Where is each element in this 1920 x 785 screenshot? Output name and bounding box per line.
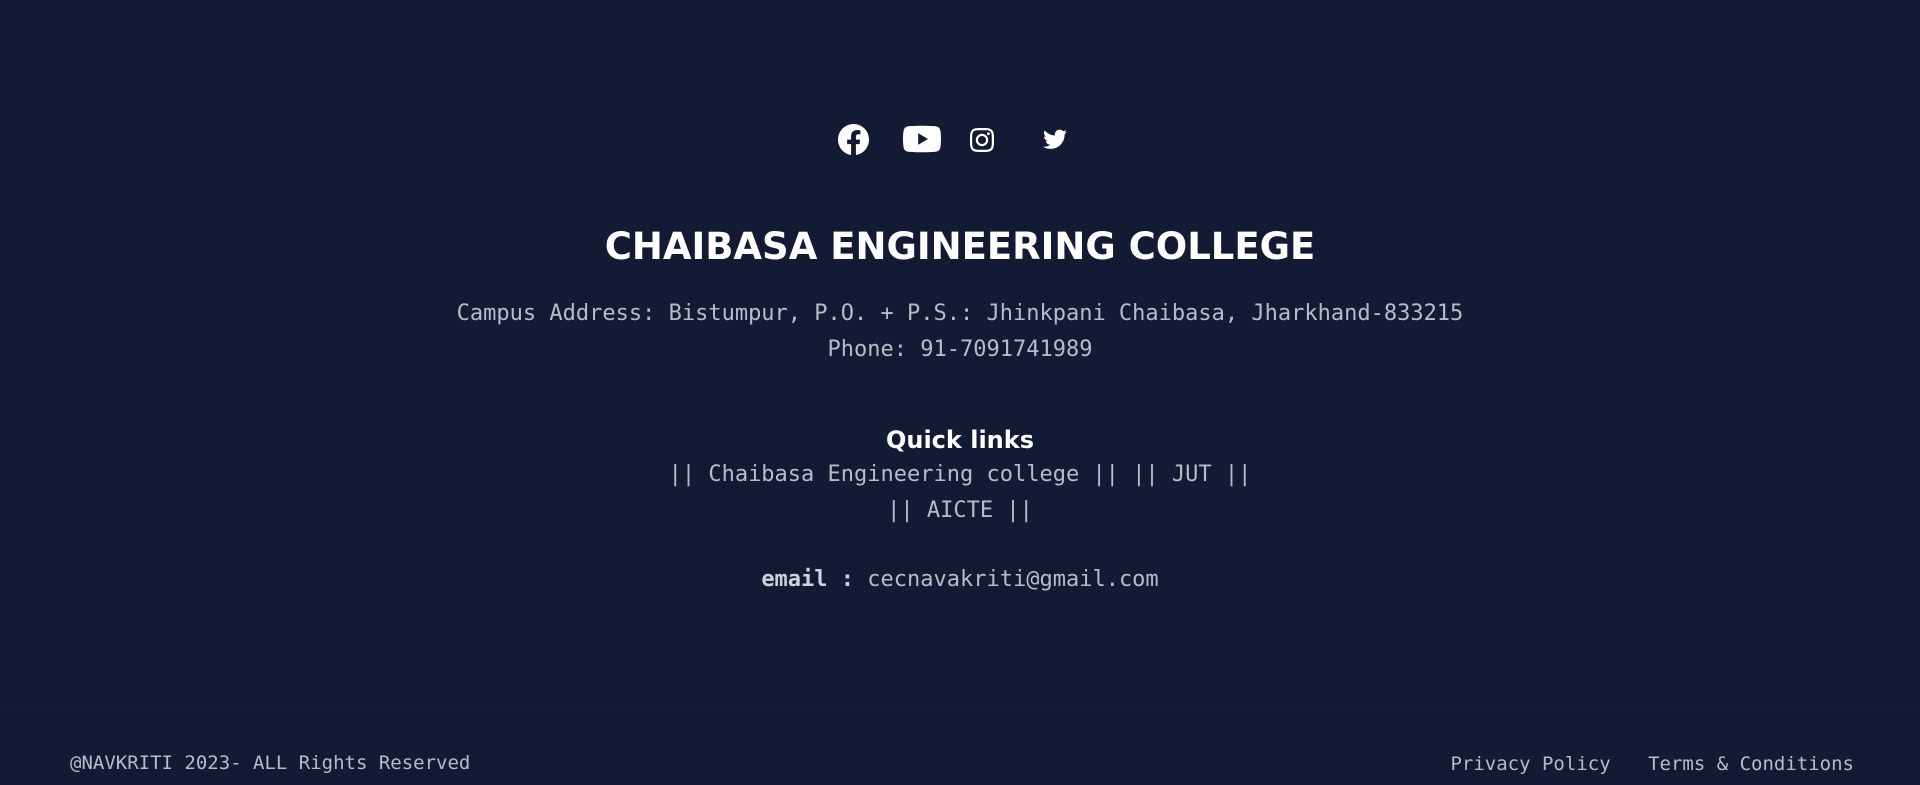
twitter-link[interactable] [1043, 129, 1067, 150]
facebook-icon [838, 124, 869, 155]
facebook-link[interactable] [838, 124, 869, 155]
youtube-icon [903, 125, 941, 153]
quick-link-aicte[interactable]: || AICTE || [887, 498, 1033, 523]
site-footer: CHAIBASA ENGINEERING COLLEGE Campus Addr… [0, 0, 1920, 710]
quick-links-title: Quick links [885, 426, 1035, 454]
college-title: CHAIBASA ENGINEERING COLLEGE [604, 225, 1316, 268]
social-links [0, 118, 1920, 158]
campus-address: Campus Address: Bistumpur, P.O. + P.S.: … [456, 301, 1464, 326]
contact-info: Campus Address: Bistumpur, P.O. + P.S.: … [0, 296, 1920, 368]
phone-number: Phone: 91-7091741989 [827, 337, 1093, 362]
instagram-icon [970, 128, 994, 152]
instagram-link[interactable] [970, 128, 994, 152]
twitter-icon [1043, 129, 1067, 149]
youtube-link[interactable] [903, 123, 941, 155]
legal-links: Privacy Policy Terms & Conditions [1424, 752, 1854, 776]
quick-links: || Chaibasa Engineering college || || JU… [0, 457, 1920, 529]
bottom-bar: @NAVKRITI 2023- ALL Rights Reserved Priv… [0, 711, 1920, 785]
quick-link-jut[interactable]: || JUT || [1132, 462, 1251, 487]
privacy-policy-link[interactable]: Privacy Policy [1450, 753, 1610, 775]
email-link[interactable]: cecnavakriti@gmail.com [867, 567, 1158, 592]
quick-links-row-2: || AICTE || [0, 493, 1920, 529]
email-row: email : cecnavakriti@gmail.com [0, 562, 1920, 598]
email-label: email : [761, 567, 855, 592]
terms-conditions-link[interactable]: Terms & Conditions [1648, 753, 1854, 775]
quick-links-row-1: || Chaibasa Engineering college || || JU… [0, 457, 1920, 493]
quick-link-chaibasa-engineering-college[interactable]: || Chaibasa Engineering college || [669, 462, 1119, 487]
copyright-text: @NAVKRITI 2023- ALL Rights Reserved [70, 752, 471, 774]
